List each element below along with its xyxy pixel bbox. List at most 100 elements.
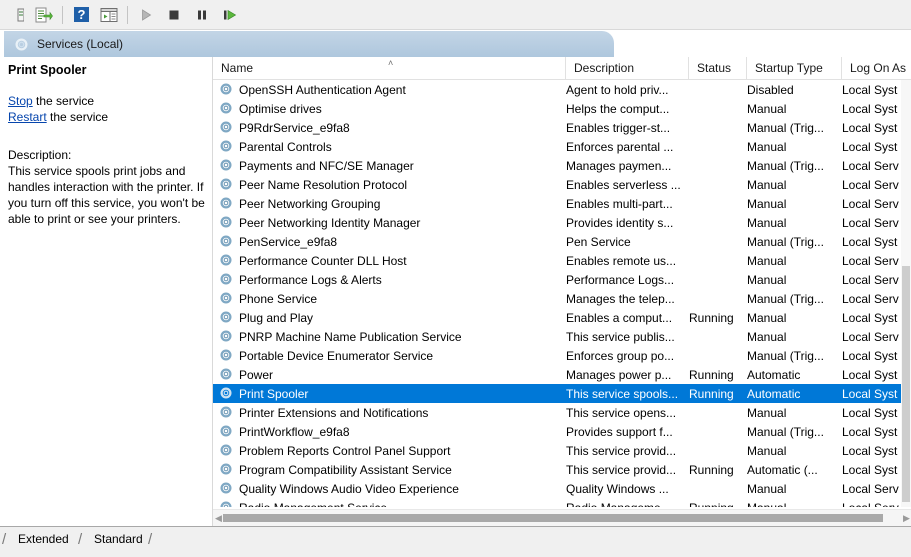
show-hide-console-tree-icon[interactable] bbox=[96, 3, 122, 27]
scroll-left-icon[interactable]: ◀ bbox=[214, 513, 223, 523]
table-row[interactable]: Parental ControlsEnforces parental ...Ma… bbox=[213, 137, 911, 156]
table-row[interactable]: Plug and PlayEnables a comput...RunningM… bbox=[213, 308, 911, 327]
column-header-log-on-as-label: Log On As bbox=[850, 61, 906, 75]
restart-service-action[interactable]: Restart the service bbox=[8, 109, 204, 125]
table-row[interactable]: Payments and NFC/SE ManagerManages payme… bbox=[213, 156, 911, 175]
cell-name: Payments and NFC/SE Manager bbox=[219, 156, 571, 175]
cell-description: Enforces parental ... bbox=[566, 137, 688, 156]
cell-status bbox=[689, 441, 745, 460]
tab-extended[interactable]: Extended bbox=[12, 529, 75, 549]
table-row[interactable]: Optimise drivesHelps the comput...Manual… bbox=[213, 99, 911, 118]
stop-service-action[interactable]: Stop the service bbox=[8, 93, 204, 109]
table-row[interactable]: PowerManages power p...RunningAutomaticL… bbox=[213, 365, 911, 384]
table-row[interactable]: Portable Device Enumerator ServiceEnforc… bbox=[213, 346, 911, 365]
cell-startup: Manual (Trig... bbox=[747, 346, 841, 365]
pause-service-icon[interactable] bbox=[189, 3, 215, 27]
table-row[interactable]: Program Compatibility Assistant ServiceT… bbox=[213, 460, 911, 479]
cell-startup: Manual bbox=[747, 175, 841, 194]
list-header: Name ˄ Description Status Startup Type L… bbox=[213, 57, 911, 80]
vertical-scrollbar-thumb[interactable] bbox=[902, 266, 910, 502]
cell-startup: Manual bbox=[747, 213, 841, 232]
list-rows: OpenSSH Authentication AgentAgent to hol… bbox=[213, 80, 911, 507]
cell-description: Radio Manageme... bbox=[566, 498, 688, 507]
view-mode-tab-bar: / Extended / Standard / bbox=[0, 526, 911, 557]
cell-description: Enables multi-part... bbox=[566, 194, 688, 213]
cell-name: Power bbox=[219, 365, 571, 384]
cell-name: Parental Controls bbox=[219, 137, 571, 156]
svg-text:?: ? bbox=[77, 7, 85, 22]
table-row[interactable]: Performance Counter DLL HostEnables remo… bbox=[213, 251, 911, 270]
cell-description: Helps the comput... bbox=[566, 99, 688, 118]
cell-status bbox=[689, 479, 745, 498]
cell-name: Performance Logs & Alerts bbox=[219, 270, 571, 289]
cell-startup: Manual (Trig... bbox=[747, 232, 841, 251]
horizontal-scrollbar-thumb[interactable] bbox=[223, 514, 883, 522]
column-header-status[interactable]: Status bbox=[689, 57, 747, 79]
tab-extended-label: Extended bbox=[18, 532, 69, 546]
table-row[interactable]: Problem Reports Control Panel SupportThi… bbox=[213, 441, 911, 460]
scroll-right-icon[interactable]: ▶ bbox=[902, 513, 911, 523]
cell-name: PrintWorkflow_e9fa8 bbox=[219, 422, 571, 441]
stop-service-suffix: the service bbox=[33, 94, 94, 108]
cell-startup: Automatic bbox=[747, 384, 841, 403]
column-header-description[interactable]: Description bbox=[566, 57, 689, 79]
stop-service-link[interactable]: Stop bbox=[8, 94, 33, 108]
vertical-scrollbar[interactable] bbox=[901, 80, 911, 507]
table-row[interactable]: Peer Networking Identity ManagerProvides… bbox=[213, 213, 911, 232]
description-label: Description: bbox=[8, 147, 204, 163]
cell-name: Plug and Play bbox=[219, 308, 571, 327]
table-row[interactable]: Peer Name Resolution ProtocolEnables ser… bbox=[213, 175, 911, 194]
table-row[interactable]: Printer Extensions and NotificationsThis… bbox=[213, 403, 911, 422]
horizontal-scrollbar[interactable]: ◀ ▶ bbox=[213, 509, 911, 526]
cell-name: PNRP Machine Name Publication Service bbox=[219, 327, 571, 346]
table-row[interactable]: Peer Networking GroupingEnables multi-pa… bbox=[213, 194, 911, 213]
table-row[interactable]: PrintWorkflow_e9fa8Provides support f...… bbox=[213, 422, 911, 441]
cell-status bbox=[689, 289, 745, 308]
restart-service-link[interactable]: Restart bbox=[8, 110, 47, 124]
cell-status: Running bbox=[689, 365, 745, 384]
cell-description: Enables a comput... bbox=[566, 308, 688, 327]
column-header-status-label: Status bbox=[697, 61, 731, 75]
sort-ascending-icon: ˄ bbox=[388, 59, 393, 68]
cell-startup: Manual bbox=[747, 498, 841, 507]
export-list-icon[interactable] bbox=[31, 3, 57, 27]
column-header-log-on-as[interactable]: Log On As bbox=[842, 57, 911, 79]
cell-status bbox=[689, 270, 745, 289]
help-icon[interactable]: ? bbox=[68, 3, 94, 27]
cell-status: Running bbox=[689, 384, 745, 403]
table-row[interactable]: Print SpoolerThis service spools...Runni… bbox=[213, 384, 911, 403]
table-row[interactable]: PNRP Machine Name Publication ServiceThi… bbox=[213, 327, 911, 346]
column-header-name-label: Name bbox=[221, 61, 253, 75]
cell-description: Enforces group po... bbox=[566, 346, 688, 365]
console-tab-bar-filler bbox=[614, 31, 911, 57]
console-tab-services-local[interactable]: Services (Local) bbox=[4, 31, 614, 57]
cell-description: Provides support f... bbox=[566, 422, 688, 441]
cell-startup: Automatic bbox=[747, 365, 841, 384]
cell-name: Phone Service bbox=[219, 289, 571, 308]
cell-startup: Manual bbox=[747, 308, 841, 327]
cell-startup: Manual bbox=[747, 194, 841, 213]
restart-service-icon[interactable] bbox=[217, 3, 243, 27]
cell-status bbox=[689, 251, 745, 270]
console-tab-label: Services (Local) bbox=[37, 37, 123, 51]
table-row[interactable]: OpenSSH Authentication AgentAgent to hol… bbox=[213, 80, 911, 99]
table-row[interactable]: Performance Logs & AlertsPerformance Log… bbox=[213, 270, 911, 289]
column-header-startup-type-label: Startup Type bbox=[755, 61, 823, 75]
cell-description: Enables serverless ... bbox=[566, 175, 688, 194]
table-row[interactable]: Radio Management ServiceRadio Manageme..… bbox=[213, 498, 911, 507]
table-row[interactable]: P9RdrService_e9fa8Enables trigger-st...M… bbox=[213, 118, 911, 137]
table-row[interactable]: Phone ServiceManages the telep...Manual … bbox=[213, 289, 911, 308]
tab-divider-left: / bbox=[2, 530, 12, 550]
cell-name: Print Spooler bbox=[219, 384, 571, 403]
start-service-icon[interactable] bbox=[133, 3, 159, 27]
column-header-description-label: Description bbox=[574, 61, 634, 75]
cell-name: Portable Device Enumerator Service bbox=[219, 346, 571, 365]
tab-standard[interactable]: Standard bbox=[88, 529, 149, 549]
toolbar-partial-icon[interactable] bbox=[3, 3, 29, 27]
table-row[interactable]: PenService_e9fa8Pen ServiceManual (Trig.… bbox=[213, 232, 911, 251]
column-header-name[interactable]: Name ˄ bbox=[213, 57, 566, 79]
column-header-startup-type[interactable]: Startup Type bbox=[747, 57, 842, 79]
stop-service-icon[interactable] bbox=[161, 3, 187, 27]
table-row[interactable]: Quality Windows Audio Video ExperienceQu… bbox=[213, 479, 911, 498]
details-spacer bbox=[8, 125, 204, 147]
